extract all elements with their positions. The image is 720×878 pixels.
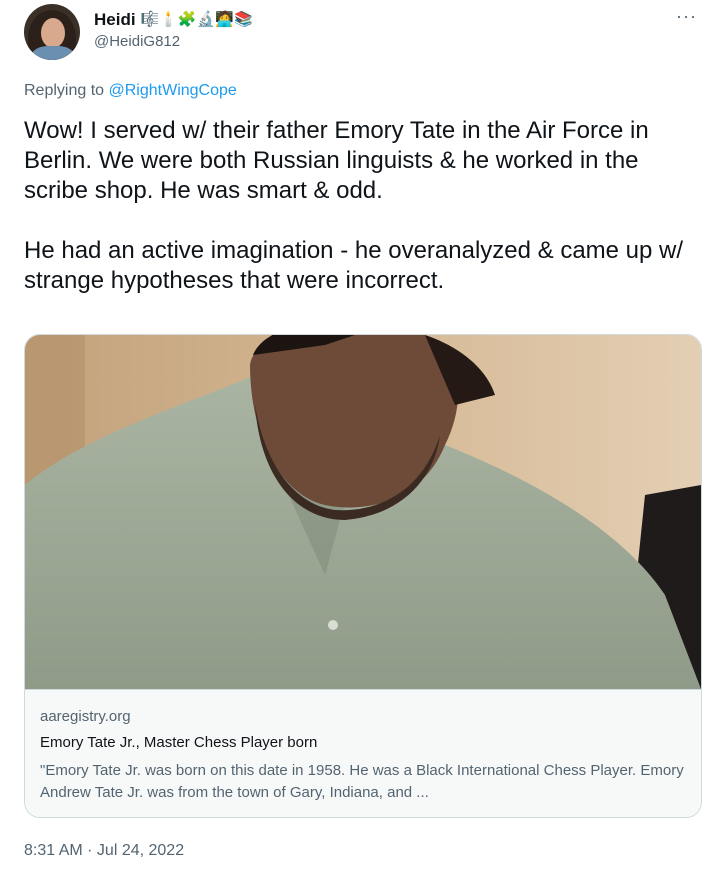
more-options-icon[interactable]: ··· <box>676 6 697 27</box>
name-emojis: 🎼🕯️🧩🔬🧑‍💻📚 <box>140 11 253 28</box>
author-handle[interactable]: @HeidiG812 <box>94 33 180 50</box>
tweet-paragraph-1: Wow! I served w/ their father Emory Tate… <box>24 117 649 204</box>
card-title[interactable]: Emory Tate Jr., Master Chess Player born <box>40 734 317 751</box>
replying-to-label: Replying to <box>24 82 105 99</box>
card-description: "Emory Tate Jr. was born on this date in… <box>40 762 684 801</box>
avatar-shirt <box>32 46 74 60</box>
author-name-row[interactable]: Heidi 🎼🕯️🧩🔬🧑‍💻📚 <box>94 8 253 32</box>
tweet-text: Wow! I served w/ their father Emory Tate… <box>24 116 704 296</box>
card-domain: aaregistry.org <box>40 708 131 725</box>
card-image <box>25 335 701 689</box>
tweet-paragraph-2: He had an active imagination - he overan… <box>24 237 684 294</box>
card-meta[interactable]: aaregistry.org Emory Tate Jr., Master Ch… <box>25 689 701 817</box>
avatar[interactable] <box>24 4 80 60</box>
replying-to: Replying to @RightWingCope <box>24 82 237 100</box>
avatar-face <box>41 18 65 48</box>
author-name[interactable]: Heidi <box>94 10 136 30</box>
tweet-timestamp[interactable]: 8:31 AM · Jul 24, 2022 <box>24 842 184 860</box>
link-preview-card[interactable]: aaregistry.org Emory Tate Jr., Master Ch… <box>24 334 702 818</box>
reply-mention-link[interactable]: @RightWingCope <box>109 82 237 99</box>
